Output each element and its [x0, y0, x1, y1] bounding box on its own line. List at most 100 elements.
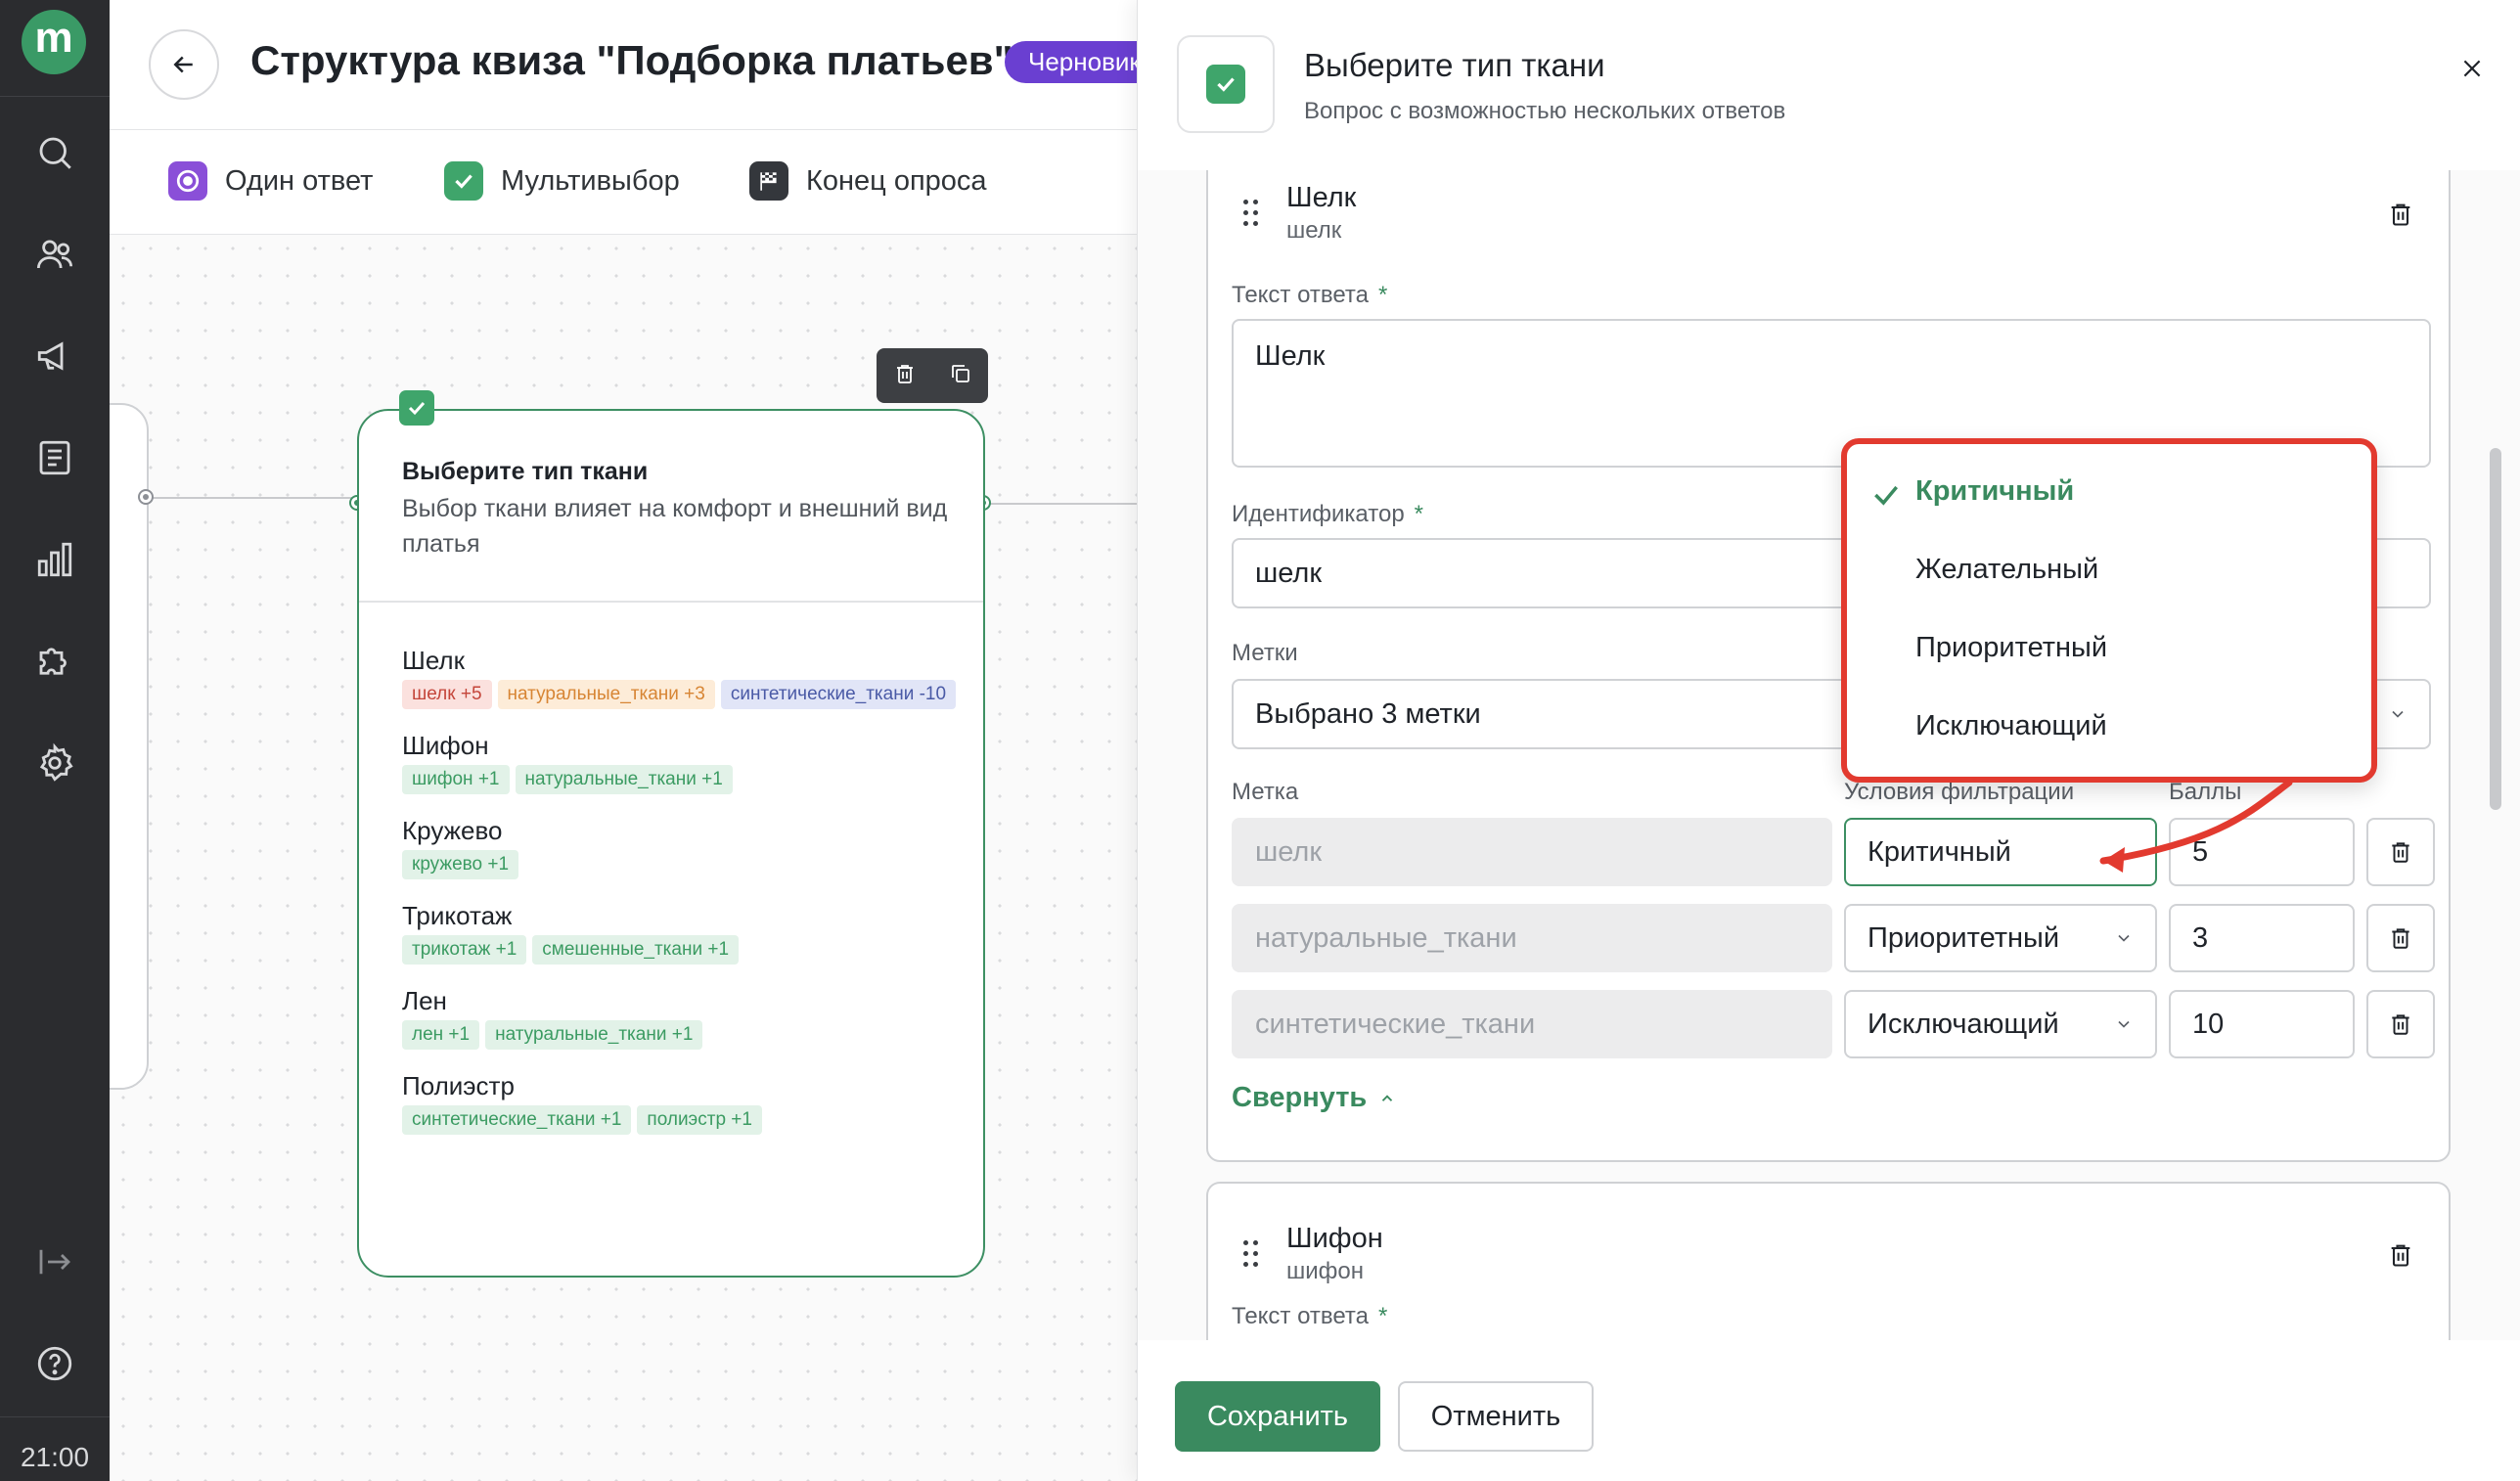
- copy-icon[interactable]: [949, 362, 972, 390]
- answer-name: Шелк: [1286, 182, 1357, 213]
- column-tag-label: Метка: [1232, 779, 1299, 805]
- drag-handle-icon[interactable]: [1243, 200, 1261, 229]
- close-icon[interactable]: [2454, 51, 2490, 86]
- palette-multi-select[interactable]: Мультивыбор: [444, 161, 680, 201]
- tag-chip: трикотаж +1: [402, 935, 527, 965]
- node-divider: [359, 601, 983, 603]
- chevron-up-icon: [1382, 1094, 1393, 1101]
- node-answer-name: Трикотаж: [402, 901, 513, 930]
- app-logo[interactable]: m: [22, 10, 86, 74]
- trash-icon: [2392, 1014, 2409, 1035]
- cancel-button[interactable]: Отменить: [1398, 1381, 1594, 1452]
- filter-condition-select[interactable]: Критичный: [1844, 818, 2157, 886]
- node-answer-item: Кружево кружево +1: [402, 816, 960, 879]
- dropdown-option[interactable]: Критичный: [1915, 475, 2074, 508]
- tag-chip: лен +1: [402, 1020, 480, 1050]
- question-type-icon: [1177, 35, 1275, 133]
- answer-card: Шифон шифон Текст ответа *: [1206, 1182, 2451, 1340]
- app-sidebar: m 21:00: [0, 0, 110, 1481]
- megaphone-icon[interactable]: [31, 333, 78, 380]
- chevron-down-icon: [2118, 934, 2130, 942]
- palette-end-survey[interactable]: Конец опроса: [749, 161, 987, 201]
- node-answer-name: Шелк: [402, 646, 465, 675]
- tag-chip-list: шелк +5 натуральные_ткани +3 синтетические…: [402, 680, 960, 709]
- tag-chip-list: синтетические_ткани +1 полиэстр +1: [402, 1105, 960, 1135]
- filter-condition-select[interactable]: Исключающий: [1844, 990, 2157, 1058]
- node-answer-item: Шелк шелк +5 натуральные_ткани +3 синтетиче…: [402, 646, 960, 709]
- status-badge: Черновик: [1005, 41, 1137, 83]
- radio-icon: [168, 161, 207, 201]
- tag-chip-list: лен +1 натуральные_ткани +1: [402, 1020, 960, 1050]
- chevron-down-icon: [2118, 1020, 2130, 1028]
- palette-single-answer[interactable]: Один ответ: [168, 161, 373, 201]
- tag-chip: шифон +1: [402, 765, 510, 794]
- filter-condition-select[interactable]: Приоритетный: [1844, 904, 2157, 972]
- checkbox-icon: [444, 161, 483, 201]
- dropdown-option[interactable]: Желательный: [1915, 554, 2098, 586]
- document-icon[interactable]: [31, 434, 78, 481]
- checkbox-icon: [1206, 65, 1245, 104]
- tag-chip: смешенные_ткани +1: [532, 935, 740, 965]
- dropdown-option[interactable]: Приоритетный: [1915, 632, 2107, 664]
- scrollbar[interactable]: [2490, 448, 2501, 810]
- answer-text-label: Текст ответа *: [1232, 282, 1388, 308]
- flow-editor: Структура квиза "Подборка платьев" Черно…: [110, 0, 1137, 1481]
- chevron-down-icon: [2392, 710, 2404, 718]
- delete-answer-button[interactable]: [2384, 198, 2417, 231]
- tag-chip: натуральные_ткани +1: [485, 1020, 703, 1050]
- connection-line: [985, 503, 1137, 505]
- node-answer-list: Шелк шелк +5 натуральные_ткани +3 синтетиче…: [402, 646, 960, 1156]
- tag-chip: синтетические_ткани -10: [720, 680, 957, 709]
- panel-footer: Сохранить Отменить: [1138, 1340, 2520, 1481]
- users-icon[interactable]: [31, 231, 78, 278]
- score-input[interactable]: 3: [2169, 904, 2355, 972]
- dropdown-option[interactable]: Исключающий: [1915, 710, 2107, 742]
- node-actions: [877, 348, 988, 403]
- trash-icon: [2391, 1244, 2410, 1267]
- palette-multi-select-label: Мультивыбор: [501, 164, 680, 197]
- node-answer-item: Лен лен +1 натуральные_ткани +1: [402, 986, 960, 1050]
- connection-handle[interactable]: [138, 489, 154, 505]
- trash-icon: [2392, 928, 2409, 949]
- tag-chip: натуральные_ткани +3: [497, 680, 715, 709]
- tag-chip-list: шифон +1 натуральные_ткани +1: [402, 765, 960, 794]
- node-answer-item: Шифон шифон +1 натуральные_ткани +1: [402, 731, 960, 794]
- puzzle-icon[interactable]: [31, 638, 78, 685]
- node-title: Выберите тип ткани: [402, 458, 649, 485]
- settings-icon[interactable]: [31, 740, 78, 786]
- node-answer-item: Полиэстр синтетические_ткани +1 полиэстр +…: [402, 1071, 960, 1135]
- connection-line: [147, 497, 362, 499]
- checkmark-icon: [1874, 485, 1898, 506]
- save-button[interactable]: Сохранить: [1175, 1381, 1380, 1452]
- trash-icon[interactable]: [893, 362, 917, 390]
- palette-single-answer-label: Один ответ: [225, 164, 374, 197]
- answer-id: шелк: [1286, 217, 1342, 244]
- delete-tag-button[interactable]: [2366, 818, 2435, 886]
- search-icon[interactable]: [31, 129, 78, 176]
- filter-condition-dropdown: Критичный Желательный Приоритетный Исключаю…: [1841, 438, 2377, 783]
- tag-chip: синтетические_ткани +1: [402, 1105, 632, 1135]
- question-node[interactable]: Выберите тип ткани Выбор ткани влияет на…: [357, 409, 985, 1278]
- arrow-left-icon: [173, 56, 193, 73]
- tag-chip: натуральные_ткани +1: [515, 765, 733, 794]
- node-answer-name: Кружево: [402, 816, 503, 845]
- trash-icon: [2392, 842, 2409, 863]
- column-condition-label: Условия фильтрации: [1844, 779, 2075, 805]
- analytics-icon[interactable]: [31, 536, 78, 583]
- help-icon[interactable]: [31, 1340, 78, 1387]
- score-input[interactable]: 10: [2169, 990, 2355, 1058]
- delete-answer-button[interactable]: [2384, 1238, 2417, 1272]
- node-answer-name: Лен: [402, 986, 447, 1015]
- drag-handle-icon[interactable]: [1243, 1240, 1261, 1270]
- collapse-button[interactable]: Свернуть: [1232, 1082, 1396, 1114]
- delete-tag-button[interactable]: [2366, 990, 2435, 1058]
- identifier-label: Идентификатор *: [1232, 501, 1424, 527]
- tag-chip-list: кружево +1: [402, 850, 960, 879]
- previous-node-card[interactable]: [110, 403, 149, 1090]
- logout-icon[interactable]: [31, 1238, 78, 1285]
- delete-tag-button[interactable]: [2366, 904, 2435, 972]
- score-input[interactable]: 5: [2169, 818, 2355, 886]
- back-button[interactable]: [149, 29, 219, 100]
- sidebar-divider: [0, 1416, 110, 1417]
- trash-icon: [2391, 203, 2410, 226]
